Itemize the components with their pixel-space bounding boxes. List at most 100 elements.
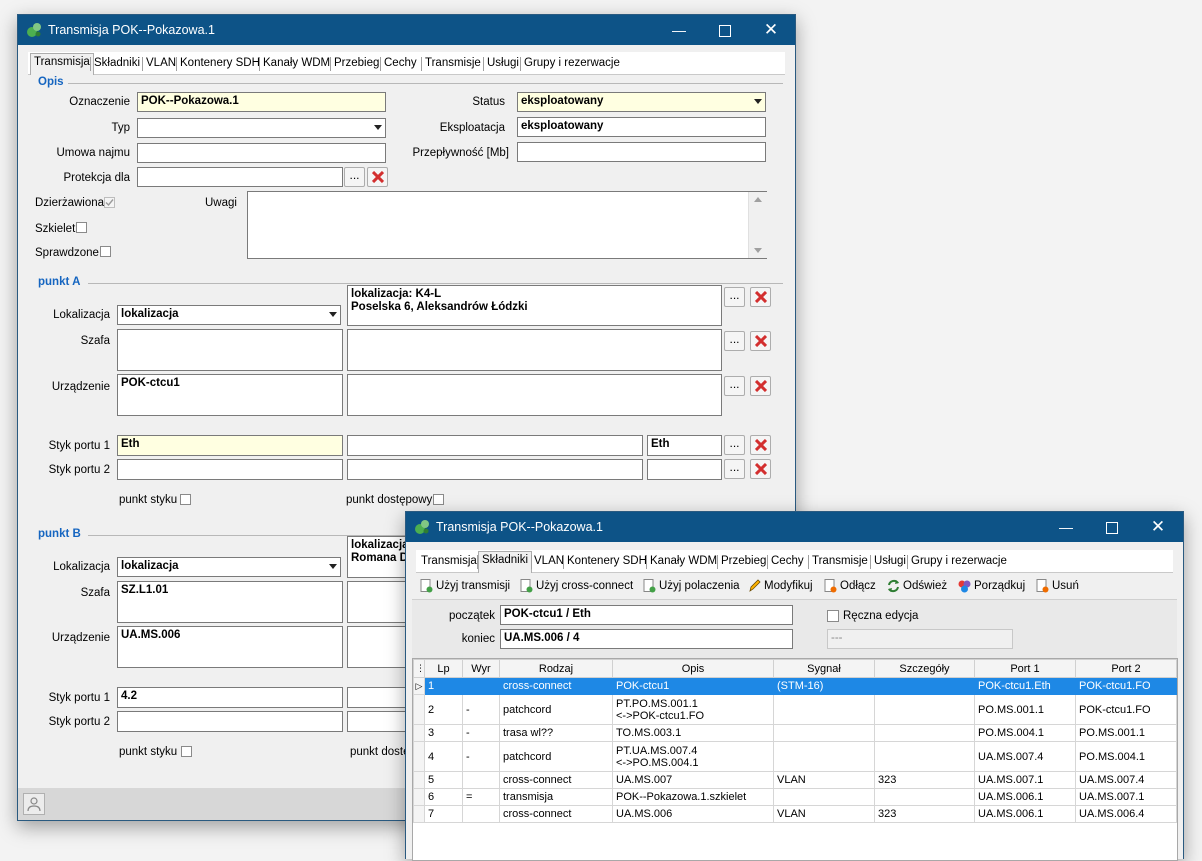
dzierzawiona-label: Dzierżawiona [35,197,105,209]
tab-vlan[interactable]: VLAN [143,55,179,73]
minimize-button[interactable]: — [656,15,702,45]
tab-kanaly-wdm[interactable]: Kanały WDM [647,553,720,571]
scroll-up-icon[interactable] [754,197,762,202]
scroll-down-icon[interactable] [754,248,762,253]
tab-transmisje[interactable]: Transmisje [422,55,484,73]
szafa-a-clear-button[interactable] [750,331,771,351]
protekcja-clear-button[interactable] [367,167,388,187]
column-header-port2[interactable]: Port 2 [1075,659,1177,678]
close-button[interactable]: ✕ [1135,512,1181,542]
urzadzenie-a-clear-button[interactable] [750,376,771,396]
column-header-port1[interactable]: Port 1 [974,659,1076,678]
urzadzenie-a-browse-button[interactable]: ... [724,376,745,396]
styk2-a-clear-button[interactable] [750,459,771,479]
disconnect-button[interactable]: Odłącz [822,576,876,596]
column-header-szczegoly[interactable]: Szczegóły [874,659,975,678]
tab-kanaly-wdm[interactable]: Kanały WDM [260,55,333,73]
tab-kontenery-sdh[interactable]: Kontenery SDH [564,553,650,571]
styk2-a-field[interactable] [117,459,343,480]
column-header-wyr[interactable]: Wyr [462,659,500,678]
tab-transmisja[interactable]: Transmisja [418,553,480,571]
lokalizacja-a-clear-button[interactable] [750,287,771,307]
tab-uslugi[interactable]: Usługi [871,553,909,571]
punkt-dostepowy-a-checkbox[interactable] [433,494,444,505]
column-header-lp[interactable]: Lp [424,659,463,678]
punkt-styku-b-checkbox[interactable] [181,746,192,757]
use-transmission-button[interactable]: Użyj transmisji [418,576,510,596]
urzadzenie-b-field[interactable]: UA.MS.006 [117,626,343,668]
grid-options-icon[interactable]: ⋮ [413,659,425,678]
tab-grupy[interactable]: Grupy i rezerwacje [521,55,623,73]
poczatek-field[interactable]: POK-ctcu1 / Eth [500,605,793,625]
refresh-button[interactable]: Odśwież [885,576,947,596]
sprawdzone-checkbox[interactable] [100,246,111,257]
reczna-edycja-checkbox[interactable] [827,610,839,622]
arrange-button[interactable]: Porządkuj [956,576,1025,596]
styk1-b-field[interactable]: 4.2 [117,687,343,708]
styk1-a-right-field[interactable]: Eth [647,435,722,456]
styk2-a-browse-button[interactable]: ... [724,459,745,479]
main-titlebar[interactable]: Transmisja POK--Pokazowa.1 — ✕ [18,15,795,45]
tab-kontenery-sdh[interactable]: Kontenery SDH [177,55,263,73]
tab-uslugi[interactable]: Usługi [484,55,522,73]
table-row[interactable]: 2 - patchcord PT.PO.MS.001.1 <->POK-ctcu… [413,694,1177,725]
tab-vlan[interactable]: VLAN [531,553,567,571]
przeplywnosc-field[interactable] [517,142,766,162]
use-cross-connect-button[interactable]: Użyj cross-connect [518,576,633,596]
user-icon-button[interactable] [23,793,45,815]
styk1-a-mid-field[interactable] [347,435,643,456]
delete-button[interactable]: Usuń [1034,576,1079,596]
tab-cechy[interactable]: Cechy [768,553,807,571]
minimize-button[interactable]: — [1043,512,1089,542]
tab-skladniki[interactable]: Składniki [478,551,533,573]
styk2-a-right-field[interactable] [647,459,722,480]
uwagi-scrollbar[interactable] [748,192,767,258]
tab-transmisja[interactable]: Transmisja [30,53,94,75]
styk2-b-field[interactable] [117,711,343,732]
table-row[interactable]: ▷ 1 cross-connect POK-ctcu1 (STM-16) POK… [413,677,1177,695]
szkielet-checkbox[interactable] [76,222,87,233]
status-select[interactable]: eksploatowany [517,92,766,112]
table-row[interactable]: 6 = transmisja POK--Pokazowa.1.szkielet … [413,788,1177,806]
table-row[interactable]: 4 - patchcord PT.UA.MS.007.4 <->PO.MS.00… [413,741,1177,772]
tab-skladniki[interactable]: Składniki [91,55,143,73]
szafa-b-field[interactable]: SZ.L1.01 [117,581,343,623]
maximize-button[interactable] [1089,512,1135,542]
typ-select[interactable] [137,118,386,138]
styk1-a-field[interactable]: Eth [117,435,343,456]
lokalizacja-a-select[interactable]: lokalizacja [117,305,341,325]
lokalizacja-a-browse-button[interactable]: ... [724,287,745,307]
punkt-styku-a-checkbox[interactable] [180,494,191,505]
table-row[interactable]: 7 cross-connect UA.MS.006 VLAN 323 UA.MS… [413,805,1177,823]
styk2-a-mid-field[interactable] [347,459,643,480]
close-button[interactable]: ✕ [748,15,794,45]
use-connection-button[interactable]: Użyj polaczenia [641,576,740,596]
uwagi-textarea[interactable] [247,191,767,259]
dzierzawiona-checkbox[interactable] [104,197,115,208]
szafa-a-field[interactable] [117,329,343,371]
sub-titlebar[interactable]: Transmisja POK--Pokazowa.1 — ✕ [406,512,1183,542]
tab-transmisje[interactable]: Transmisje [809,553,871,571]
styk1-a-browse-button[interactable]: ... [724,435,745,455]
column-header-rodzaj[interactable]: Rodzaj [499,659,613,678]
tab-cechy[interactable]: Cechy [381,55,420,73]
oznaczenie-field[interactable]: POK--Pokazowa.1 [137,92,386,112]
styk1-a-clear-button[interactable] [750,435,771,455]
tab-grupy[interactable]: Grupy i rezerwacje [908,553,1010,571]
maximize-button[interactable] [702,15,748,45]
szafa-a-browse-button[interactable]: ... [724,331,745,351]
eksploatacja-field[interactable]: eksploatowany [517,117,766,137]
lokalizacja-b-select[interactable]: lokalizacja [117,557,341,577]
urzadzenie-a-field[interactable]: POK-ctcu1 [117,374,343,416]
protekcja-field[interactable] [137,167,343,187]
column-header-opis[interactable]: Opis [612,659,774,678]
column-header-sygnal[interactable]: Sygnał [773,659,875,678]
table-row[interactable]: 5 cross-connect UA.MS.007 VLAN 323 UA.MS… [413,771,1177,789]
tab-przebieg[interactable]: Przebieg [718,553,769,571]
modify-button[interactable]: Modyfikuj [746,576,813,596]
protekcja-browse-button[interactable]: ... [344,167,365,187]
umowa-field[interactable] [137,143,386,163]
tab-przebieg[interactable]: Przebieg [331,55,382,73]
table-row[interactable]: 3 - trasa wl?? TO.MS.003.1 PO.MS.004.1 P… [413,724,1177,742]
koniec-field[interactable]: UA.MS.006 / 4 [500,629,793,649]
